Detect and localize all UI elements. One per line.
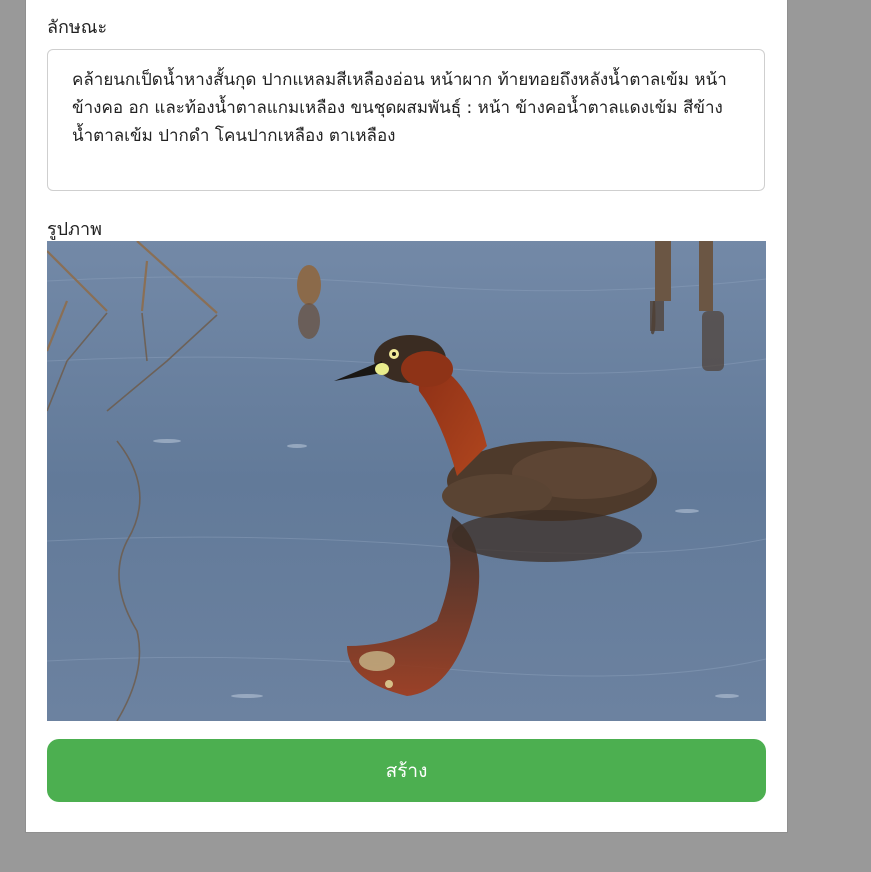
image-label: รูปภาพ: [47, 219, 102, 240]
description-label: ลักษณะ: [47, 17, 108, 38]
create-button[interactable]: สร้าง: [47, 739, 766, 802]
form-panel: ลักษณะ คล้ายนกเป็ดน้ำหางสั้นกุด ปากแหลมส…: [26, 0, 787, 832]
description-textarea[interactable]: คล้ายนกเป็ดน้ำหางสั้นกุด ปากแหลมสีเหลือง…: [47, 49, 765, 191]
bird-photo: [47, 241, 766, 721]
